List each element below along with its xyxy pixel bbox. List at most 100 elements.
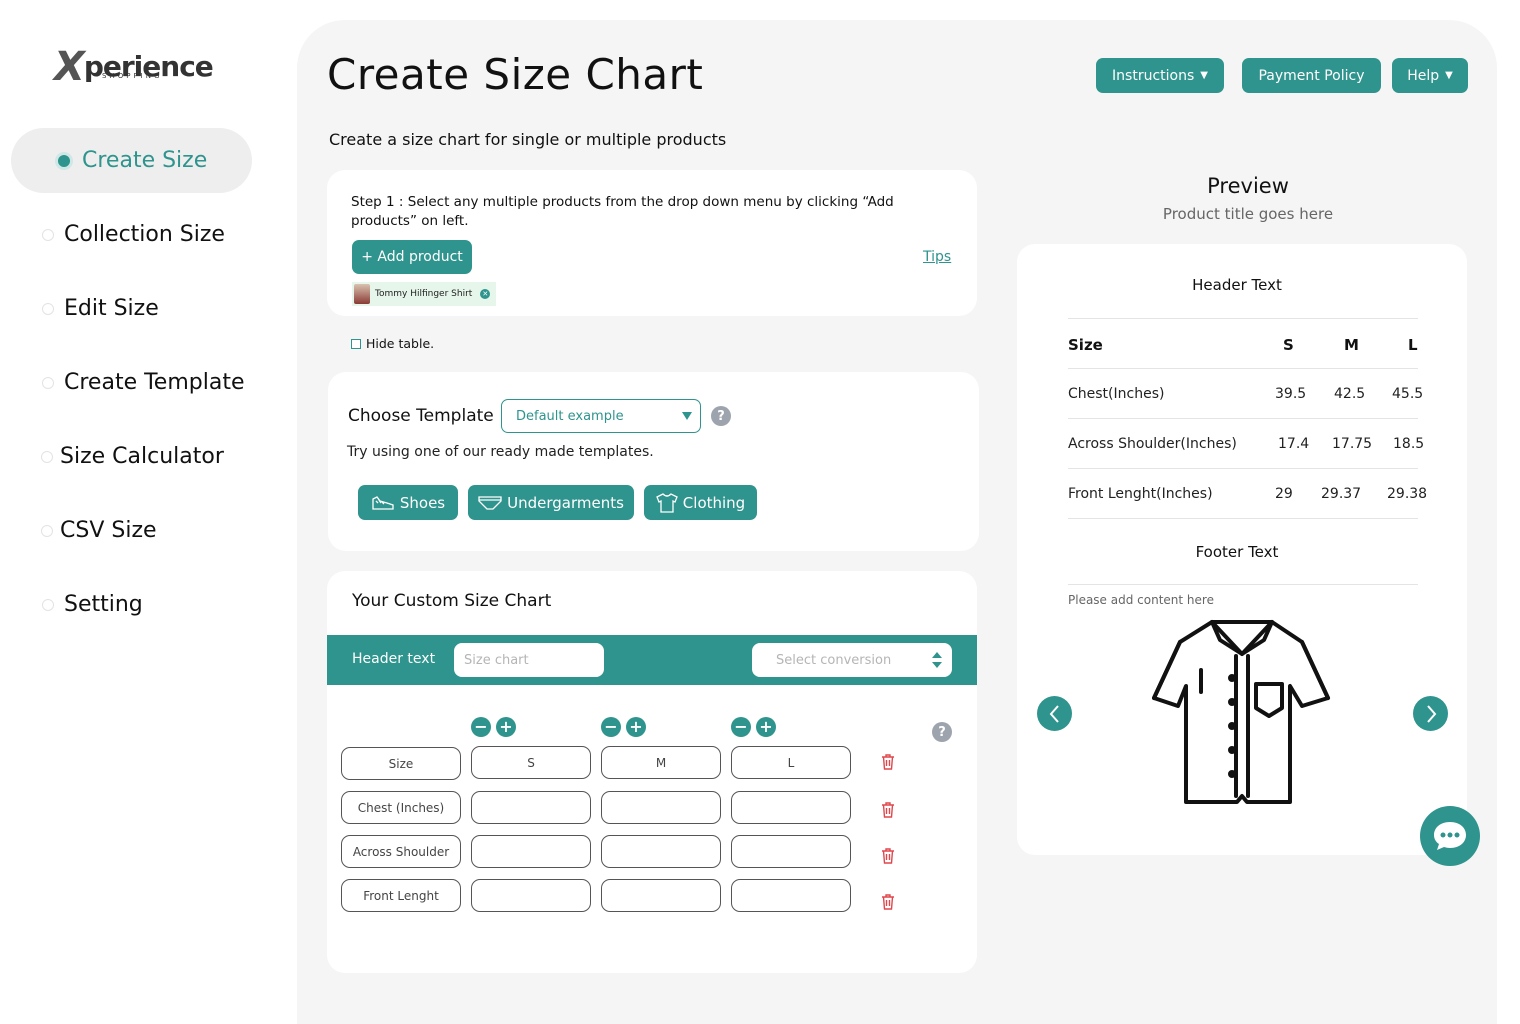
size-cell[interactable] (731, 879, 851, 912)
sidebar-item-create-template[interactable]: Create Template (42, 370, 244, 395)
table-cell: 29.38 (1387, 486, 1428, 502)
remove-column-m-button[interactable]: − (601, 717, 621, 737)
radio-dot-icon (55, 151, 73, 170)
previous-image-button[interactable] (1037, 696, 1072, 731)
size-cell[interactable] (471, 791, 591, 824)
step1-text: Step 1 : Select any multiple products fr… (351, 194, 894, 229)
header-text-input[interactable] (454, 643, 604, 677)
hide-table-toggle[interactable]: Hide table. (351, 336, 434, 351)
add-column-l-button[interactable]: + (756, 717, 776, 737)
sidebar-item-size-calculator[interactable]: Size Calculator (41, 444, 224, 469)
table-row: Chest(Inches) 39.5 42.5 45.5 (1068, 369, 1423, 419)
sidebar-item-edit-size[interactable]: Edit Size (42, 296, 159, 321)
template-select[interactable]: Default example (501, 399, 701, 433)
size-cell[interactable] (471, 879, 591, 912)
instructions-label: Instructions (1112, 67, 1195, 84)
row-label-cell[interactable]: Across Shoulder (341, 835, 461, 868)
row-label-cell[interactable]: Size (341, 747, 461, 780)
chevron-left-icon (1049, 704, 1059, 723)
selected-product-chip: Tommy Hilfinger Shirt ✕ (352, 282, 496, 306)
sort-arrows-icon (932, 652, 942, 668)
tshirt-icon (655, 492, 678, 513)
shoe-icon (372, 495, 394, 510)
size-cell[interactable]: M (601, 746, 721, 779)
radio-dot-icon (42, 598, 54, 611)
clothing-label: Clothing (682, 493, 746, 512)
table-cell: 17.75 (1332, 436, 1373, 452)
table-header-cell: M (1344, 336, 1359, 354)
size-cell[interactable]: S (471, 746, 591, 779)
chat-button[interactable] (1420, 806, 1480, 866)
template-help-icon[interactable]: ? (711, 406, 731, 426)
conversion-placeholder: Select conversion (776, 652, 892, 668)
table-cell: 29 (1275, 486, 1293, 502)
hide-table-checkbox[interactable] (351, 338, 361, 349)
sidebar-item-label: Create Size (82, 148, 208, 173)
add-column-m-button[interactable]: + (626, 717, 646, 737)
table-cell: 39.5 (1275, 386, 1307, 402)
help-button[interactable]: Help ▼ (1392, 58, 1468, 93)
trash-icon[interactable] (881, 848, 895, 864)
undergarments-label: Undergarments (507, 493, 624, 512)
size-cell[interactable] (601, 835, 721, 868)
header-text-label: Header text (352, 651, 436, 667)
underwear-icon (478, 495, 502, 510)
divider (1068, 584, 1418, 585)
table-cell: Front Lenght(Inches) (1068, 486, 1213, 502)
instructions-button[interactable]: Instructions ▼ (1096, 58, 1224, 93)
radio-dot-icon (42, 376, 54, 389)
dropdown-arrow-icon (682, 412, 692, 420)
template-select-value: Default example (516, 408, 624, 424)
sidebar-item-label: Edit Size (64, 296, 159, 321)
table-header-cell: S (1283, 336, 1294, 354)
table-help-icon[interactable]: ? (932, 722, 952, 742)
size-cell[interactable] (601, 791, 721, 824)
tips-link[interactable]: Tips (923, 249, 951, 265)
preview-title: Preview (1207, 174, 1289, 198)
next-image-button[interactable] (1413, 696, 1448, 731)
conversion-select[interactable]: Select conversion (752, 643, 952, 677)
logo-initial: X (54, 44, 85, 90)
remove-column-s-button[interactable]: − (471, 717, 491, 737)
table-cell: 42.5 (1334, 386, 1366, 402)
shirt-icon (1152, 620, 1330, 804)
template-hint: Try using one of our ready made template… (347, 444, 654, 460)
sidebar-item-csv-size[interactable]: CSV Size (41, 518, 157, 543)
size-cell[interactable]: L (731, 746, 851, 779)
add-column-s-button[interactable]: + (496, 717, 516, 737)
add-product-button[interactable]: + Add product (352, 240, 472, 274)
logo-tagline: SHOPPING (102, 72, 163, 80)
trash-icon[interactable] (881, 802, 895, 818)
row-label-cell[interactable]: Chest (Inches) (341, 791, 461, 824)
size-cell[interactable] (601, 879, 721, 912)
remove-chip-icon[interactable]: ✕ (480, 289, 491, 299)
radio-dot-icon (41, 450, 53, 463)
table-cell: 18.5 (1393, 436, 1425, 452)
size-cell[interactable] (731, 791, 851, 824)
undergarments-template-button[interactable]: Undergarments (468, 485, 634, 520)
table-row: Front Lenght(Inches) 29 29.37 29.38 (1068, 469, 1427, 519)
sidebar-item-collection-size[interactable]: Collection Size (42, 222, 225, 247)
help-label: Help (1407, 67, 1440, 84)
trash-icon[interactable] (881, 894, 895, 910)
trash-icon[interactable] (881, 754, 895, 770)
sidebar-item-setting[interactable]: Setting (42, 592, 143, 617)
row-label-cell[interactable]: Front Lenght (341, 879, 461, 912)
size-cell[interactable] (731, 835, 851, 868)
caret-down-icon: ▼ (1445, 70, 1453, 81)
table-cell: Across Shoulder(Inches) (1068, 436, 1237, 452)
size-cell[interactable] (471, 835, 591, 868)
shoes-template-button[interactable]: Shoes (358, 485, 458, 520)
sidebar-item-label: Setting (64, 592, 143, 617)
preview-size-table: Size S M L Chest(Inches) 39.5 42.5 45.5 … (1068, 318, 1427, 519)
remove-column-l-button[interactable]: − (731, 717, 751, 737)
payment-policy-button[interactable]: Payment Policy (1242, 58, 1381, 93)
table-header-cell: Size (1068, 336, 1103, 354)
payment-policy-label: Payment Policy (1258, 67, 1365, 84)
sidebar-item-create-size[interactable]: Create Size (11, 128, 252, 193)
clothing-template-button[interactable]: Clothing (644, 485, 757, 520)
chat-bubble-icon (1434, 822, 1466, 850)
choose-template-label: Choose Template (348, 406, 494, 426)
product-thumbnail (354, 284, 370, 304)
chip-label: Tommy Hilfinger Shirt (375, 289, 473, 299)
